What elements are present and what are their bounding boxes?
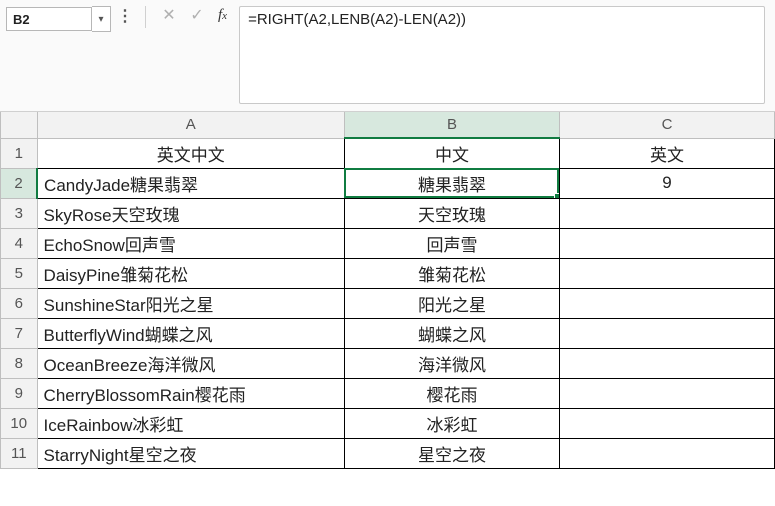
cell[interactable]: CandyJade糖果翡翠 [37,168,344,198]
cell[interactable]: SunshineStar阳光之星 [37,288,344,318]
cell[interactable]: 9 [559,168,774,198]
formula-controls: ✕ ✓ fx [158,0,231,26]
cell[interactable]: EchoSnow回声雪 [37,228,344,258]
cell[interactable] [559,348,774,378]
row-header[interactable]: 10 [1,408,38,438]
row-header[interactable]: 1 [1,138,38,168]
name-box-wrap: ▾ [0,0,117,34]
cell[interactable] [559,378,774,408]
row-header[interactable]: 8 [1,348,38,378]
excel-window: ▾ ⋮ ✕ ✓ fx A B C [0,0,775,506]
cell[interactable] [559,438,774,468]
row-header[interactable]: 7 [1,318,38,348]
col-header-C[interactable]: C [559,112,774,138]
formula-bar-area: ▾ ⋮ ✕ ✓ fx [0,0,775,112]
cell[interactable]: 冰彩虹 [344,408,559,438]
cell[interactable]: CherryBlossomRain樱花雨 [37,378,344,408]
row-header[interactable]: 11 [1,438,38,468]
cell[interactable]: 糖果翡翠 [344,168,559,198]
select-all-corner[interactable] [1,112,38,138]
row-header[interactable]: 9 [1,378,38,408]
cancel-icon[interactable]: ✕ [158,4,180,26]
row-header[interactable]: 4 [1,228,38,258]
cell[interactable]: SkyRose天空玫瑰 [37,198,344,228]
cell[interactable] [559,318,774,348]
cell[interactable]: 回声雪 [344,228,559,258]
grid: A B C 1英文中文中文英文2CandyJade糖果翡翠糖果翡翠93SkyRo… [0,112,775,469]
chevron-down-icon: ▾ [98,14,103,25]
cell[interactable] [559,198,774,228]
cell[interactable]: 樱花雨 [344,378,559,408]
row-header[interactable]: 2 [1,168,38,198]
cell[interactable]: DaisyPine雏菊花松 [37,258,344,288]
cell[interactable] [559,288,774,318]
cell[interactable]: 海洋微风 [344,348,559,378]
row-header[interactable]: 6 [1,288,38,318]
cell[interactable]: IceRainbow冰彩虹 [37,408,344,438]
cell[interactable] [559,228,774,258]
row-header[interactable]: 3 [1,198,38,228]
cell[interactable]: 蝴蝶之风 [344,318,559,348]
cell[interactable]: 雏菊花松 [344,258,559,288]
cell[interactable]: 星空之夜 [344,438,559,468]
row-header[interactable]: 5 [1,258,38,288]
enter-icon[interactable]: ✓ [186,4,208,26]
col-header-B[interactable]: B [344,112,559,138]
col-header-A[interactable]: A [37,112,344,138]
cell[interactable]: 天空玫瑰 [344,198,559,228]
cell[interactable]: ButterflyWind蝴蝶之风 [37,318,344,348]
cell[interactable]: OceanBreeze海洋微风 [37,348,344,378]
cell[interactable]: 阳光之星 [344,288,559,318]
name-box-dropdown[interactable]: ▾ [92,6,111,32]
name-box[interactable] [6,7,92,31]
cell[interactable]: 英文中文 [37,138,344,168]
cell[interactable] [559,408,774,438]
sheet-table: A B C 1英文中文中文英文2CandyJade糖果翡翠糖果翡翠93SkyRo… [0,112,775,469]
cell[interactable]: 中文 [344,138,559,168]
cell[interactable]: 英文 [559,138,774,168]
cell[interactable]: StarryNight星空之夜 [37,438,344,468]
fx-icon[interactable]: fx [214,7,231,24]
divider [145,6,146,28]
formula-input[interactable] [239,6,765,104]
cell[interactable] [559,258,774,288]
more-icon: ⋮ [117,0,135,26]
